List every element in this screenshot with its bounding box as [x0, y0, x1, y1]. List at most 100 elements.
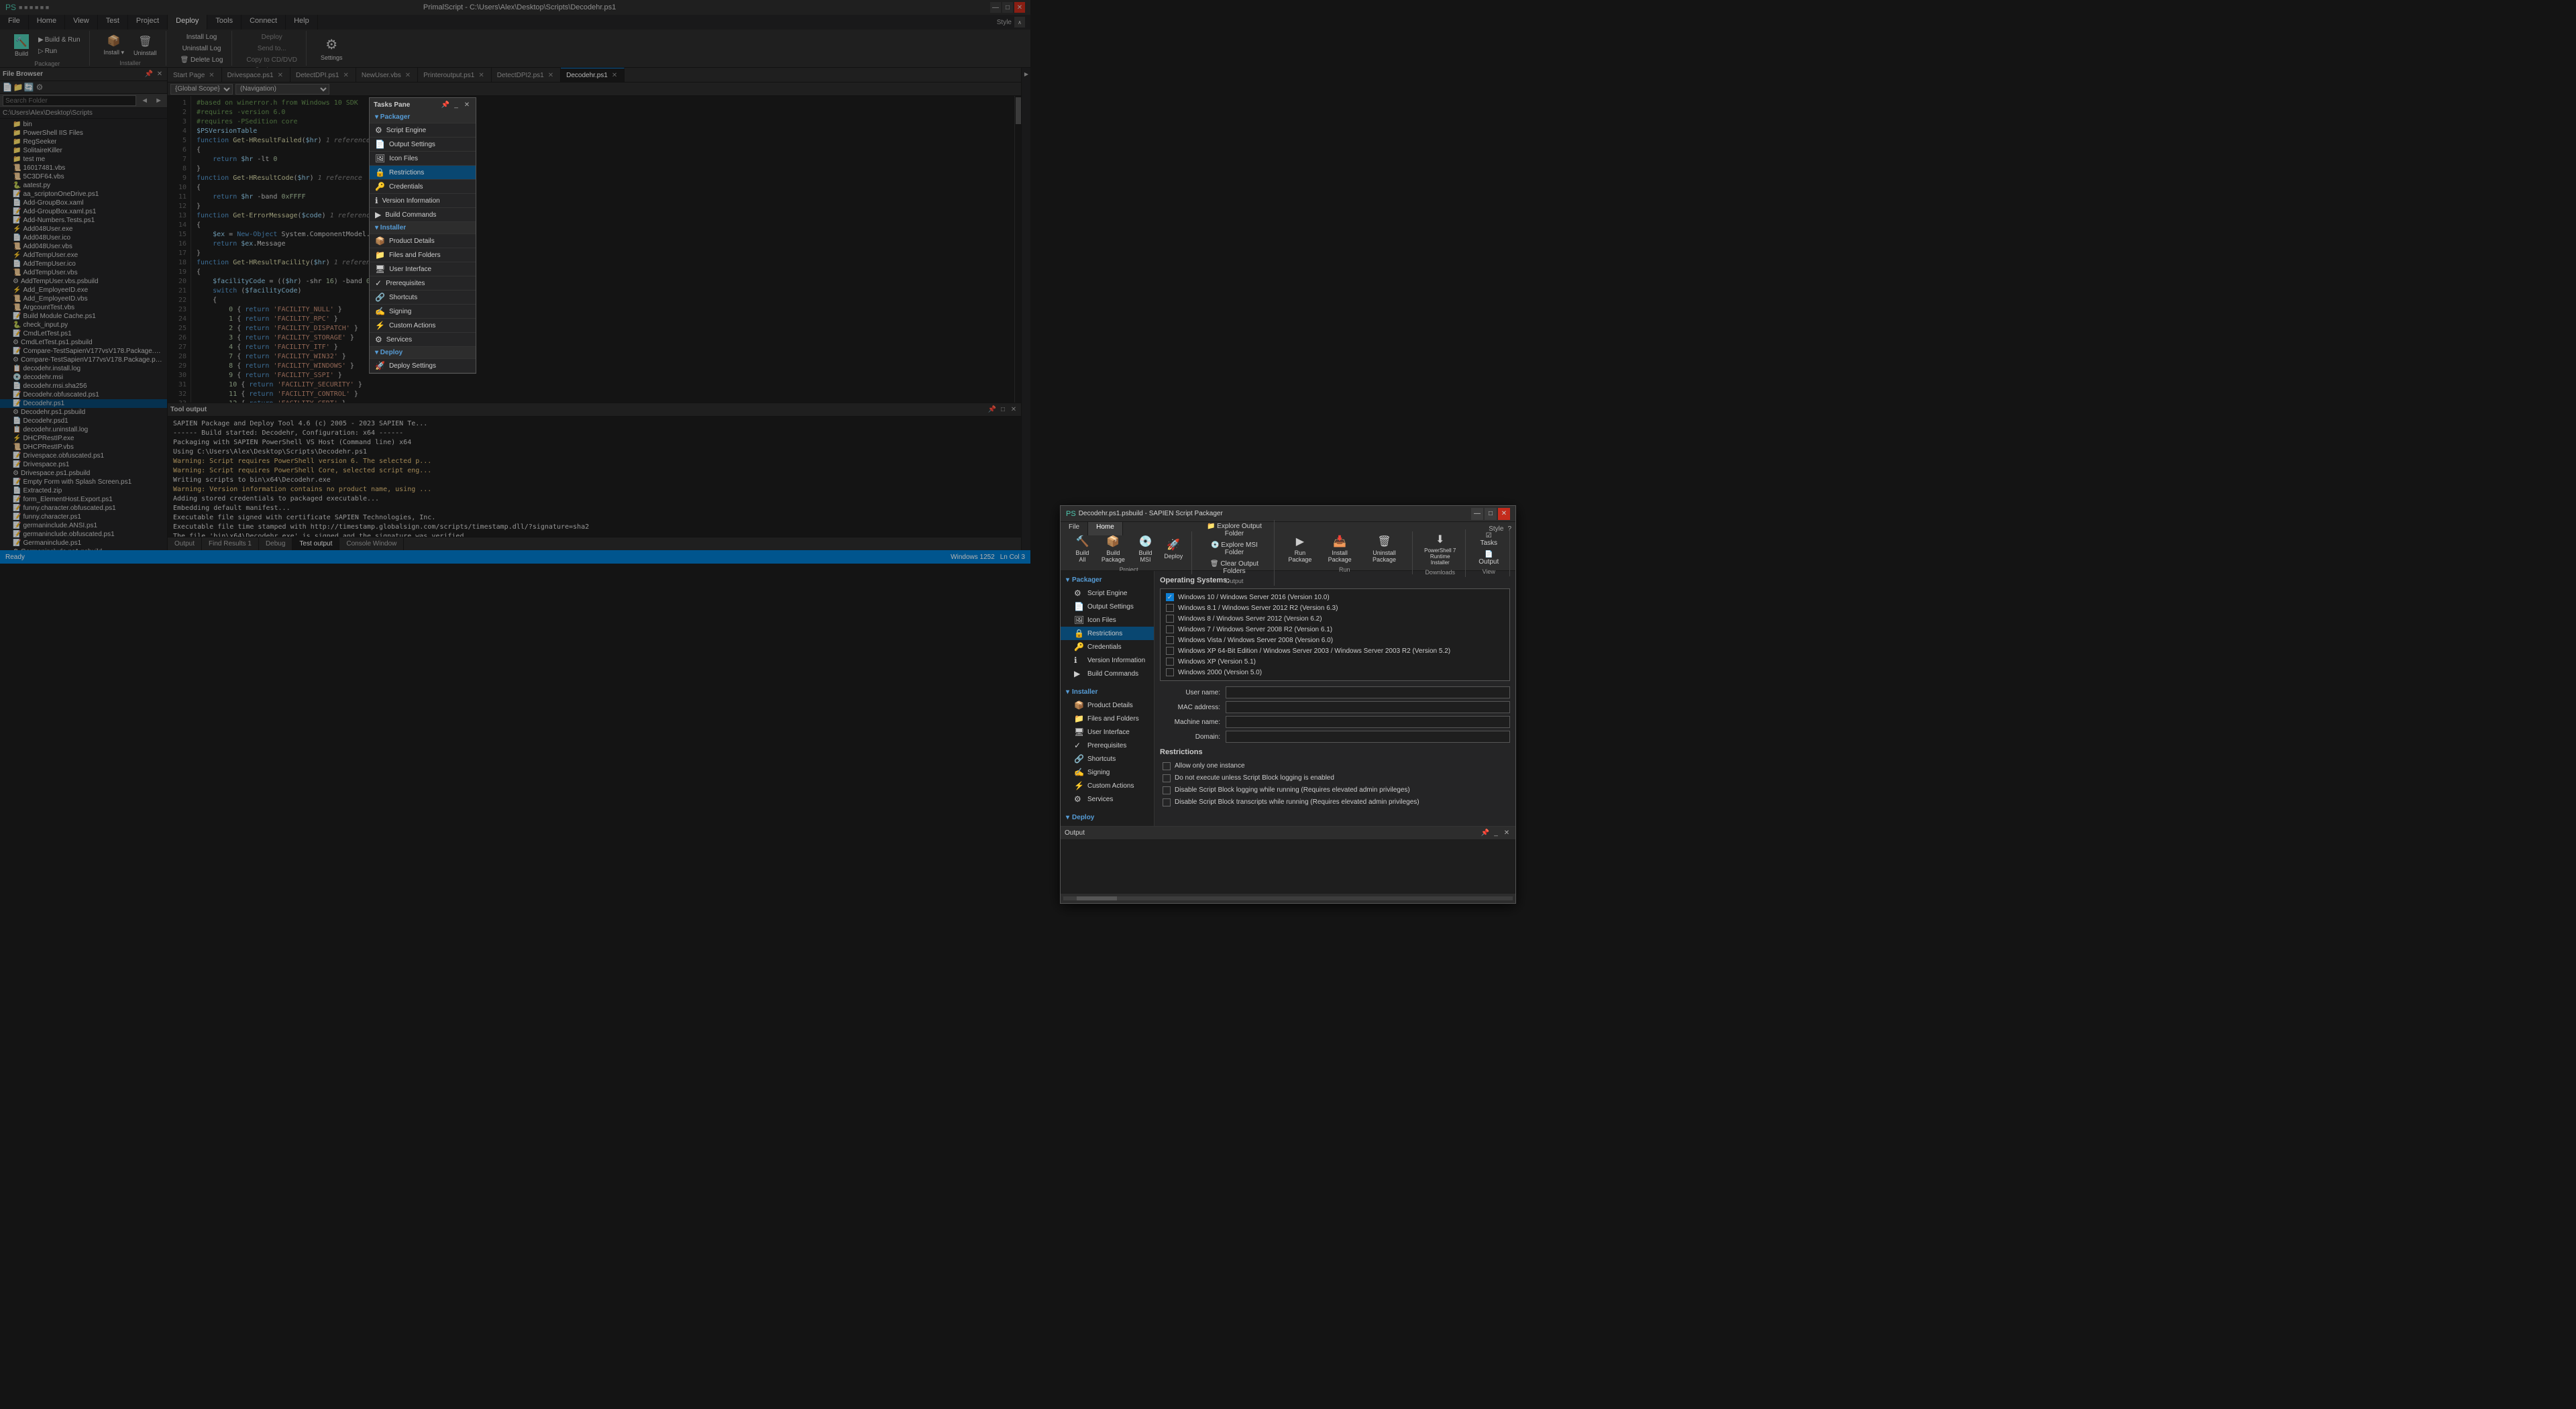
file-tree-item[interactable]: 📁 bin [0, 120, 167, 129]
file-tree-item[interactable]: ⚡ Add_EmployeeID.exe [0, 286, 167, 295]
file-tree-item[interactable]: ⚡ Add048User.exe [0, 225, 167, 233]
tab-close-btn[interactable]: ✕ [404, 72, 412, 79]
os-list-item[interactable]: Windows XP (Version 5.1) [1163, 656, 1507, 667]
file-browser-pin-btn[interactable]: 📌 [144, 70, 154, 79]
restriction-checkbox[interactable] [1163, 762, 1171, 770]
tasks-btn[interactable]: ☑ Tasks [1474, 531, 1504, 548]
os-list-item[interactable]: Windows 8.1 / Windows Server 2012 R2 (Ve… [1163, 603, 1507, 613]
copy-to-cd-button[interactable]: Copy to CD/DVD [243, 55, 301, 65]
restriction-checkbox[interactable] [1163, 786, 1171, 794]
minimize-button[interactable]: — [990, 2, 1001, 13]
form-input[interactable] [1226, 731, 1510, 743]
modal-output-close-btn[interactable]: ✕ [1502, 829, 1511, 838]
file-tree-item[interactable]: 📄 Decodehr.psd1 [0, 417, 167, 425]
file-tree-item[interactable]: 📝 germaninclude.ANSI.ps1 [0, 521, 167, 530]
os-list-item[interactable]: Windows 8 / Windows Server 2012 (Version… [1163, 613, 1507, 624]
file-tree-item[interactable]: 📄 decodehr.msi.sha256 [0, 382, 167, 390]
os-list-item[interactable]: Windows XP 64-Bit Edition / Windows Serv… [1163, 645, 1507, 656]
modal-sidebar-section-header[interactable]: ▾Deploy [1061, 811, 1154, 824]
form-input[interactable] [1226, 716, 1510, 728]
modal-sidebar-section-header[interactable]: ▾Installer [1061, 686, 1154, 698]
delete-log-button[interactable]: 🗑 Delete Log [177, 55, 227, 65]
modal-sidebar-item[interactable]: 🔒 Restrictions [1061, 627, 1154, 640]
editor-tab[interactable]: Decodehr.ps1 ✕ [561, 68, 625, 83]
file-tree-item[interactable]: 📜 Add_EmployeeID.vbs [0, 295, 167, 303]
file-tree-item[interactable]: 📝 Build Module Cache.ps1 [0, 312, 167, 321]
modal-output-scrollbar[interactable] [1061, 894, 1515, 903]
modal-sidebar-item[interactable]: ⚙ Services [1061, 792, 1154, 806]
modal-sidebar-item[interactable]: 🔗 Shortcuts [1061, 752, 1154, 766]
os-checkbox[interactable] [1166, 668, 1174, 676]
file-tree-item[interactable]: 🐍 check_input.py [0, 321, 167, 329]
output-close-btn[interactable]: ✕ [1009, 405, 1018, 415]
modal-sidebar-item[interactable]: 📄 Output Settings [1061, 600, 1154, 613]
file-tree-item[interactable]: 📝 Compare-TestSapienV177vsV178.Package.p… [0, 347, 167, 356]
editor-tab[interactable]: Start Page ✕ [168, 68, 222, 83]
os-checkbox[interactable] [1166, 615, 1174, 623]
editor-tab[interactable]: Drivespace.ps1 ✕ [222, 68, 290, 83]
editor-tab[interactable]: Printeroutput.ps1 ✕ [418, 68, 492, 83]
file-tree-item[interactable]: 📄 Extracted.zip [0, 486, 167, 495]
os-list-item[interactable]: Windows 2000 (Version 5.0) [1163, 667, 1507, 678]
restriction-item[interactable]: Do not execute unless Script Block loggi… [1160, 772, 1510, 784]
os-list-item[interactable]: ✓ Windows 10 / Windows Server 2016 (Vers… [1163, 592, 1507, 603]
file-tree-item[interactable]: 📝 Empty Form with Splash Screen.ps1 [0, 478, 167, 486]
bottom-tab[interactable]: Console Window [339, 537, 404, 551]
os-checkbox[interactable] [1166, 625, 1174, 633]
output-pin-btn[interactable]: 📌 [987, 405, 997, 415]
file-tree-item[interactable]: 📝 CmdLetTest.ps1 [0, 329, 167, 338]
file-tree-item[interactable]: 📝 Add-Numbers.Tests.ps1 [0, 216, 167, 225]
file-tree-item[interactable]: 📄 Add-GroupBox.xaml [0, 199, 167, 207]
ribbon-tab-help[interactable]: Help [286, 15, 318, 30]
file-tree-item[interactable]: 📋 decodehr.install.log [0, 364, 167, 373]
modal-sidebar-item[interactable]: 🖼 Icon Files [1061, 613, 1154, 627]
tab-close-btn[interactable]: ✕ [547, 72, 555, 79]
editor-scrollbar[interactable] [1014, 96, 1021, 403]
os-checkbox[interactable] [1166, 647, 1174, 655]
file-tree-item[interactable]: 📝 Drivespace.ps1 [0, 460, 167, 469]
scope-select[interactable]: {Global Scope} [170, 84, 233, 95]
file-tree-item[interactable]: 📜 AddTempUser.vbs [0, 268, 167, 277]
tab-close-btn[interactable]: ✕ [276, 72, 284, 79]
os-checkbox[interactable]: ✓ [1166, 593, 1174, 601]
fb-new-btn[interactable]: 📄 [3, 83, 12, 92]
modal-deploy-btn[interactable]: 🚀 Deploy [1161, 536, 1186, 562]
navigation-select[interactable]: (Navigation) [235, 84, 329, 95]
ribbon-tab-test[interactable]: Test [98, 15, 128, 30]
modal-sidebar-item[interactable]: ℹ Version Information [1061, 654, 1154, 667]
modal-sidebar-item[interactable]: 📁 Files and Folders [1061, 712, 1154, 725]
file-tree-item[interactable]: 📋 decodehr.uninstall.log [0, 425, 167, 434]
output-expand-btn[interactable]: □ [998, 405, 1008, 415]
deploy-button[interactable]: Deploy [258, 32, 286, 42]
modal-sidebar-item[interactable]: 🚀 Deploy Settings [1061, 824, 1154, 837]
modal-tab-file[interactable]: File [1061, 522, 1088, 535]
fb-refresh-btn[interactable]: 🔄 [24, 83, 34, 92]
ribbon-tab-tools[interactable]: Tools [207, 15, 241, 30]
file-browser-close-btn[interactable]: ✕ [155, 70, 164, 79]
modal-output-pin-btn[interactable]: 📌 [1481, 829, 1490, 838]
run-package-btn[interactable]: ▶ Run Package [1283, 533, 1318, 565]
modal-minimize-btn[interactable]: — [1471, 508, 1483, 520]
modal-close-btn[interactable]: ✕ [1498, 508, 1510, 520]
file-tree-item[interactable]: 📁 SolitaireKiller [0, 146, 167, 155]
restriction-checkbox[interactable] [1163, 798, 1171, 806]
explore-output-btn[interactable]: 📁 Explore Output Folder [1200, 521, 1268, 539]
uninstall-log-button[interactable]: Uninstall Log [179, 44, 225, 54]
modal-sidebar-item[interactable]: 🖥 User Interface [1061, 725, 1154, 739]
os-checkbox[interactable] [1166, 658, 1174, 666]
ribbon-tab-file[interactable]: File [0, 15, 29, 30]
file-tree-item[interactable]: ⚙ CmdLetTest.ps1.psbuild [0, 338, 167, 347]
close-button[interactable]: ✕ [1014, 2, 1025, 13]
modal-sidebar-section-header[interactable]: ▾Packager [1061, 574, 1154, 586]
install-log-button[interactable]: Install Log [183, 32, 221, 42]
restriction-checkbox[interactable] [1163, 774, 1171, 782]
file-tree-item[interactable]: 📁 RegSeeker [0, 138, 167, 146]
file-tree-item[interactable]: ⚙ Drivespace.ps1.psbuild [0, 469, 167, 478]
modal-sidebar-item[interactable]: ⚡ Custom Actions [1061, 779, 1154, 792]
modal-sidebar-item[interactable]: 🔑 Credentials [1061, 640, 1154, 654]
file-tree-item[interactable]: 📝 Decodehr.obfuscated.ps1 [0, 390, 167, 399]
ps7-runtime-btn[interactable]: ⬇ PowerShell 7Runtime Installer [1421, 531, 1460, 568]
modal-sidebar-item[interactable]: 📦 Product Details [1061, 698, 1154, 712]
ribbon-tab-home[interactable]: Home [29, 15, 65, 30]
form-input[interactable] [1226, 686, 1510, 698]
